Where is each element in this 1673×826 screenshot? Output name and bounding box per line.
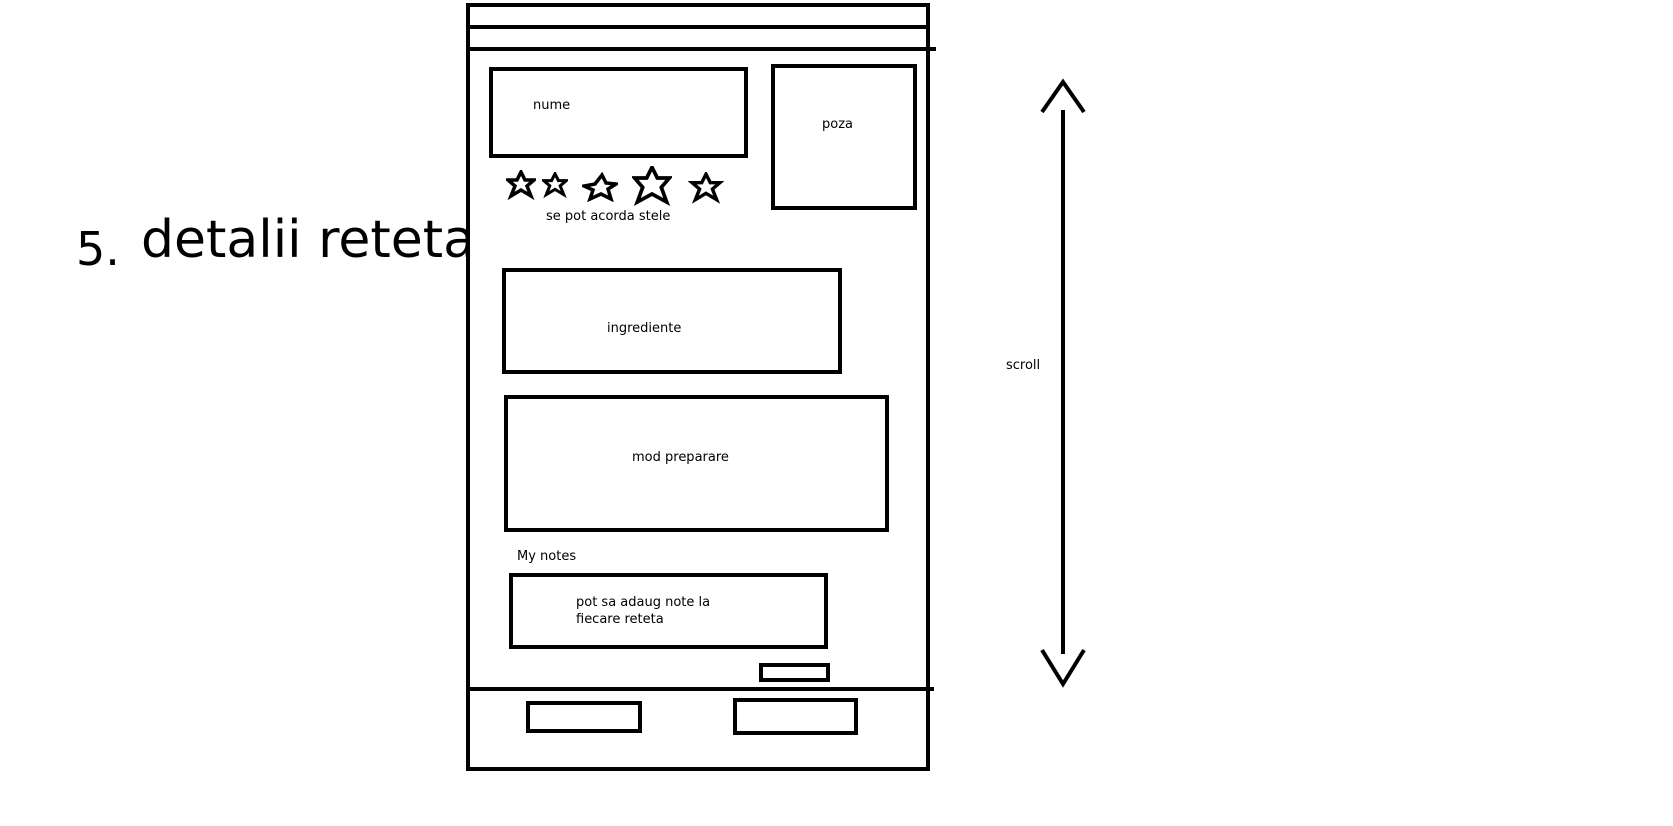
scroll-indicator: [1040, 78, 1086, 688]
recipe-name-field[interactable]: nume: [489, 67, 748, 158]
arrow-down-icon: [1040, 648, 1086, 688]
arrow-up-icon: [1040, 78, 1086, 114]
star-icon[interactable]: [542, 172, 568, 198]
star-icon[interactable]: [506, 170, 536, 200]
recipe-name-label: nume: [533, 98, 571, 113]
recipe-photo[interactable]: poza: [771, 64, 917, 210]
star-icon[interactable]: [632, 166, 672, 206]
screen-number: 5.: [76, 222, 120, 276]
star-icon[interactable]: [688, 172, 724, 204]
star-icon[interactable]: [582, 172, 618, 202]
screen-title: detalii reteta: [141, 210, 475, 270]
status-bar-divider: [466, 25, 930, 29]
ingredients-section: ingrediente: [502, 268, 842, 374]
preparation-label: mod preparare: [632, 450, 729, 465]
save-notes-button[interactable]: [759, 663, 830, 682]
bottom-nav-button-right[interactable]: [733, 698, 858, 735]
rating-caption: se pot acorda stele: [546, 209, 671, 224]
notes-title: My notes: [517, 549, 577, 564]
recipe-photo-label: poza: [822, 117, 853, 132]
ingredients-label: ingrediente: [607, 321, 682, 336]
notes-text-line-2: fiecare reteta: [576, 612, 664, 627]
rating-stars: [504, 166, 736, 208]
preparation-section: mod preparare: [504, 395, 889, 532]
bottom-nav-divider: [466, 687, 934, 691]
app-bar-divider: [466, 47, 936, 51]
notes-input[interactable]: pot sa adaug note la fiecare reteta: [509, 573, 828, 649]
bottom-nav-button-left[interactable]: [526, 701, 642, 733]
scroll-label: scroll: [1006, 358, 1041, 373]
notes-text-line-1: pot sa adaug note la: [576, 595, 711, 610]
